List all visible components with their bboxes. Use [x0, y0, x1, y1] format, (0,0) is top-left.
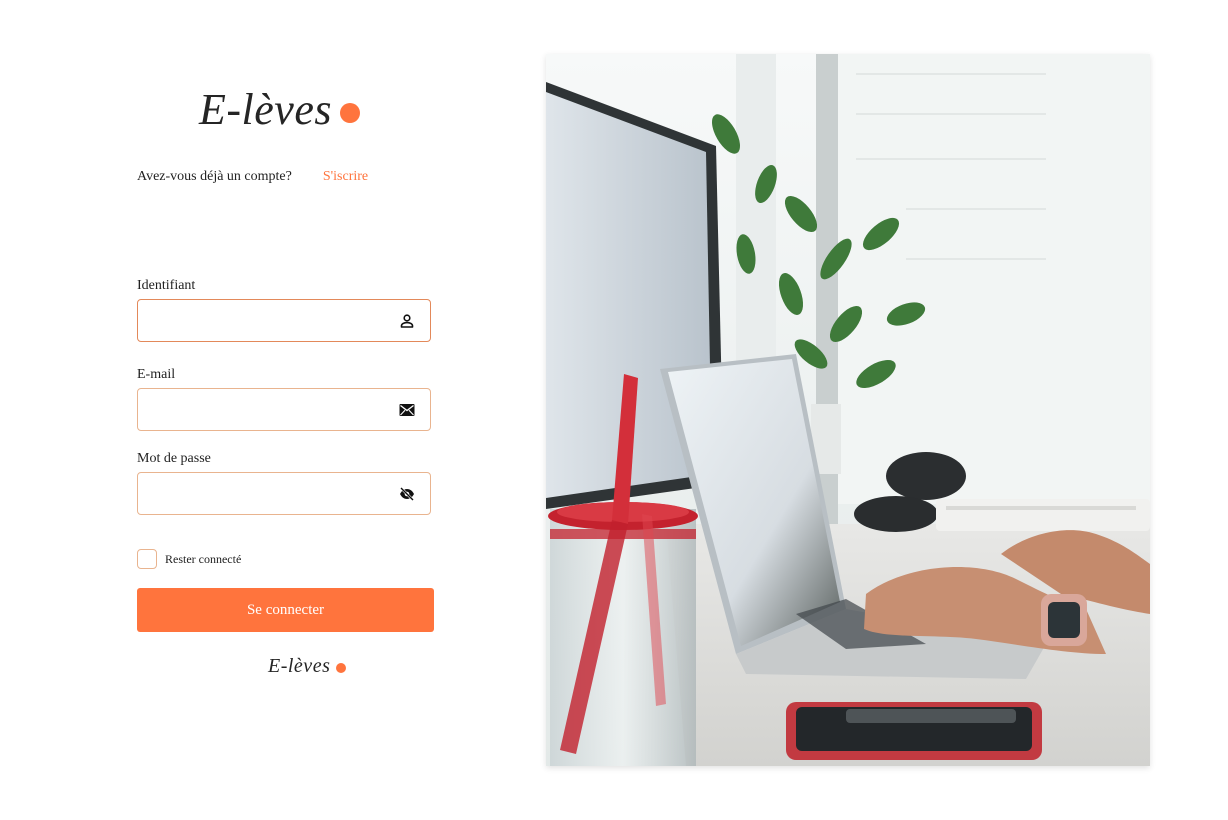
login-page: E-lèves Avez-vous déjà un compte? S'iscr… [0, 0, 1228, 820]
remember-checkbox[interactable] [137, 549, 157, 569]
mail-icon [398, 401, 416, 419]
footer-logo: E-lèves [268, 655, 347, 677]
login-button[interactable]: Se connecter [137, 588, 434, 632]
identifier-field[interactable] [137, 299, 431, 342]
signup-row: Avez-vous déjà un compte? S'iscrire [137, 169, 368, 185]
identifier-input[interactable] [138, 300, 398, 341]
brand-logo-text: E-lèves [199, 85, 332, 134]
eye-off-icon[interactable] [398, 485, 416, 503]
email-field[interactable] [137, 388, 431, 431]
password-label: Mot de passe [137, 451, 211, 466]
password-input[interactable] [138, 473, 398, 514]
email-label: E-mail [137, 367, 176, 382]
login-panel: E-lèves Avez-vous déjà un compte? S'iscr… [137, 0, 437, 820]
identifier-label: Identifiant [137, 278, 196, 293]
hero-illustration [546, 54, 1150, 766]
signup-question: Avez-vous déjà un compte? [137, 169, 292, 184]
footer-logo-dot [336, 663, 347, 673]
user-icon [398, 312, 416, 330]
brand-logo-dot [339, 103, 360, 123]
remember-me: Rester connecté [137, 549, 241, 569]
brand-logo: E-lèves [199, 88, 360, 132]
footer-logo-text: E-lèves [268, 655, 331, 677]
remember-label: Rester connecté [165, 551, 242, 566]
hero-image [546, 54, 1150, 766]
password-field[interactable] [137, 472, 431, 515]
email-input[interactable] [138, 389, 398, 430]
signup-link[interactable]: S'iscrire [323, 169, 368, 185]
